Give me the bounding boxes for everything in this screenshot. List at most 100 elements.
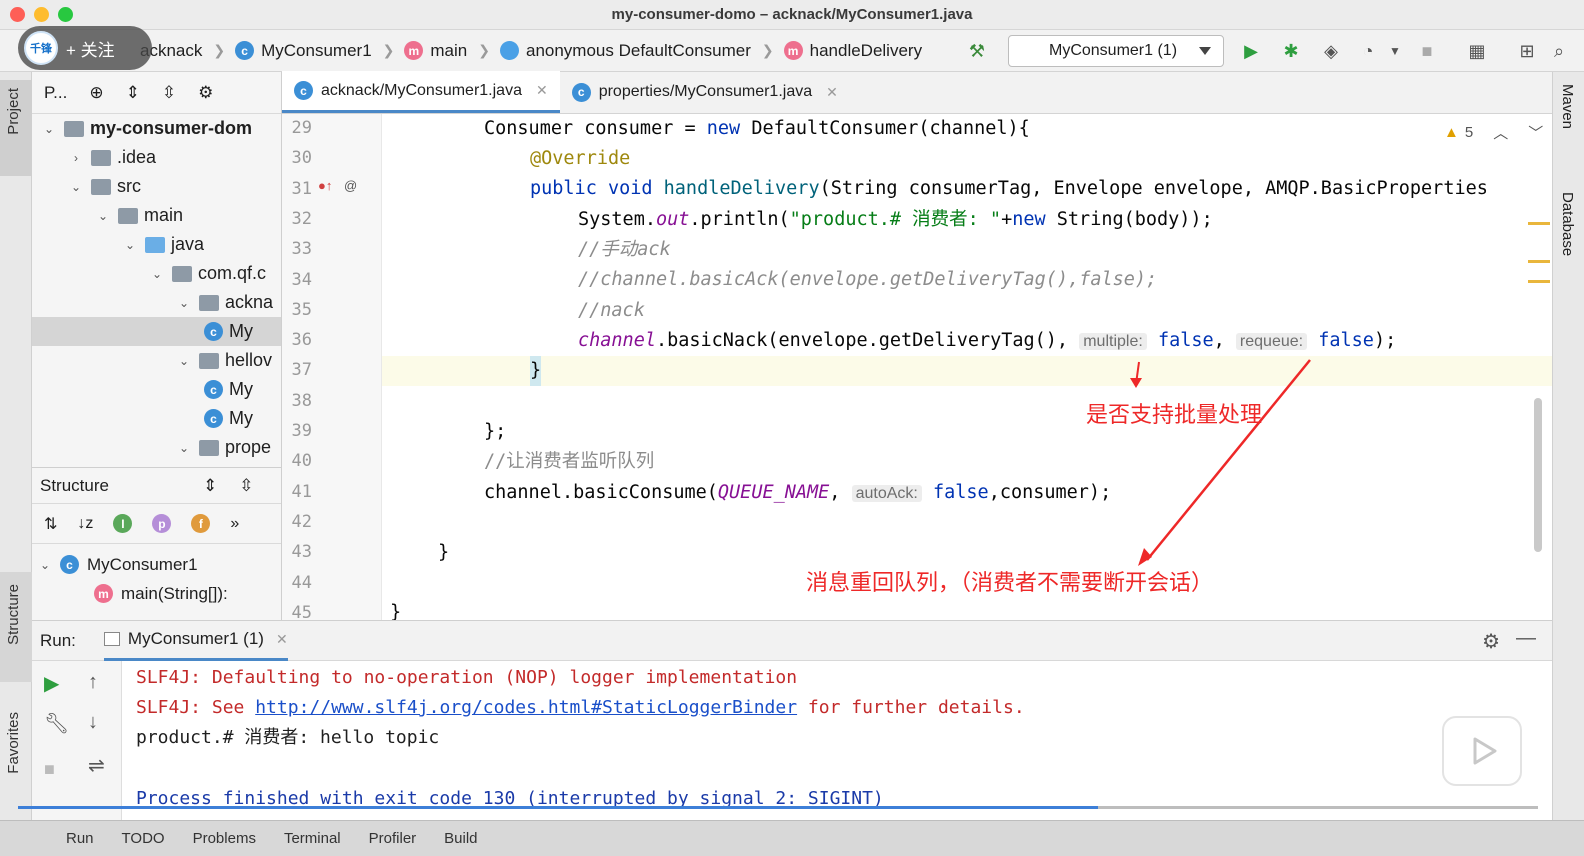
- structure-item-main[interactable]: m main(String[]):: [94, 579, 228, 608]
- build-hammer-icon[interactable]: ⚒: [966, 40, 988, 62]
- chevron-down-icon[interactable]: ⌄: [177, 296, 191, 310]
- git-icon[interactable]: ⊞: [1516, 40, 1538, 62]
- favorites-tool-tab[interactable]: Favorites: [0, 712, 32, 812]
- tree-item[interactable]: c My: [32, 375, 281, 404]
- arrow-down-icon[interactable]: ↓: [88, 711, 98, 734]
- bottom-tab-build[interactable]: Build: [444, 830, 477, 847]
- tree-item[interactable]: ⌄ src: [32, 172, 281, 201]
- collapse-all-icon[interactable]: ⇳: [162, 83, 176, 103]
- tree-item[interactable]: ⌄ ackna: [32, 288, 281, 317]
- console-line: product.# 消费者: hello topic: [136, 727, 440, 748]
- override-marker-icon[interactable]: ●↑: [318, 178, 332, 193]
- breadcrumb-anonymous-class[interactable]: anonymous DefaultConsumer ❯: [499, 41, 778, 61]
- expand-all-icon[interactable]: ⇕: [126, 83, 140, 103]
- tab-properties-myconsumer1[interactable]: c properties/MyConsumer1.java ✕: [560, 71, 850, 113]
- arrow-up-icon[interactable]: ↑: [88, 671, 98, 694]
- annotation-marker-icon[interactable]: @: [344, 178, 357, 193]
- structure-item-class[interactable]: ⌄ c MyConsumer1: [40, 550, 198, 579]
- tree-item[interactable]: ⌄ hellov: [32, 346, 281, 375]
- breadcrumb-method-main[interactable]: m main ❯: [404, 41, 494, 61]
- folder-icon: [145, 236, 165, 253]
- tree-item[interactable]: ⌄ com.qf.c: [32, 259, 281, 288]
- locate-icon[interactable]: ⊕: [89, 83, 103, 103]
- tree-item[interactable]: ⌄ my-consumer-dom: [32, 114, 281, 143]
- stop-icon[interactable]: ■: [44, 759, 55, 780]
- tree-item[interactable]: c My: [32, 404, 281, 433]
- gear-icon[interactable]: ⚙: [198, 83, 213, 103]
- close-window-button[interactable]: [10, 7, 25, 22]
- collapse-all-icon[interactable]: ⇳: [239, 476, 253, 496]
- chevron-up-icon[interactable]: ︿: [1493, 122, 1508, 143]
- gear-icon[interactable]: ⚙: [1482, 629, 1500, 654]
- tree-item[interactable]: c My: [32, 317, 281, 346]
- bottom-tab-todo[interactable]: TODO: [122, 830, 165, 847]
- fields-icon[interactable]: f: [191, 514, 211, 533]
- coverage-icon[interactable]: ◈: [1320, 40, 1342, 62]
- sort-alpha-icon[interactable]: ↓z: [77, 515, 93, 533]
- bottom-tab-run[interactable]: Run: [66, 830, 94, 847]
- more-icon[interactable]: »: [230, 515, 239, 533]
- bottom-tab-problems[interactable]: Problems: [193, 830, 256, 847]
- warning-marker[interactable]: [1528, 260, 1550, 263]
- project-structure-icon[interactable]: ▦: [1466, 40, 1488, 62]
- project-view-select[interactable]: P...: [44, 83, 67, 103]
- tree-item[interactable]: ⌄ java: [32, 230, 281, 259]
- tree-item[interactable]: ⌄ prope: [32, 433, 281, 462]
- maximize-window-button[interactable]: [58, 7, 73, 22]
- close-icon[interactable]: ✕: [826, 84, 838, 101]
- follow-button[interactable]: 千锋 + 关注: [18, 26, 152, 70]
- warning-marker[interactable]: [1528, 222, 1550, 225]
- rerun-icon[interactable]: ▶: [44, 671, 59, 696]
- hide-icon[interactable]: —: [1516, 627, 1536, 650]
- profile-icon[interactable]: ◔: [1357, 40, 1379, 62]
- tab-acknack-myconsumer1[interactable]: c acknack/MyConsumer1.java ✕: [282, 71, 560, 113]
- play-button[interactable]: [1442, 716, 1522, 786]
- breadcrumb-method-handledelivery[interactable]: m handleDelivery: [783, 41, 922, 61]
- chevron-down-icon[interactable]: ⌄: [42, 122, 56, 136]
- editor-scrollbar[interactable]: [1534, 398, 1542, 552]
- code-editor[interactable]: 29 30 31 32 33 34 35 36 37 38 39 40 41 42 43 44 45 ●↑ @ ▲ …: [282, 114, 1552, 620]
- inherited-icon[interactable]: I: [113, 514, 133, 533]
- structure-tool-tab[interactable]: Structure: [0, 572, 32, 682]
- console-line: SLF4J: See http://www.slf4j.org/codes.ht…: [136, 697, 1025, 718]
- run-icon[interactable]: ▶: [1240, 40, 1262, 62]
- run-tab[interactable]: MyConsumer1 (1) ✕: [103, 621, 288, 661]
- maven-tab[interactable]: Maven: [1559, 84, 1576, 129]
- chevron-down-icon[interactable]: ⌄: [150, 267, 164, 281]
- stop-icon[interactable]: ■: [1416, 40, 1438, 62]
- tree-item[interactable]: ⌄ main: [32, 201, 281, 230]
- soft-wrap-icon[interactable]: ⇌: [88, 753, 105, 778]
- breadcrumb-package[interactable]: acknack ❯: [140, 41, 229, 61]
- warning-marker[interactable]: [1528, 280, 1550, 283]
- console-link[interactable]: http://www.slf4j.org/codes.html#StaticLo…: [255, 697, 797, 718]
- inspection-widget[interactable]: ▲ 5 ︿ ﹀: [1444, 122, 1543, 143]
- folder-icon: [118, 207, 138, 224]
- video-progress-bar[interactable]: [18, 806, 1098, 809]
- chevron-down-icon[interactable]: ⌄: [177, 441, 191, 455]
- expand-all-icon[interactable]: ⇕: [203, 476, 217, 496]
- properties-icon[interactable]: p: [152, 514, 172, 533]
- chevron-down-icon[interactable]: ⌄: [123, 238, 137, 252]
- sort-visibility-icon[interactable]: ⇅: [44, 514, 57, 534]
- bottom-tab-profiler[interactable]: Profiler: [369, 830, 417, 847]
- breadcrumb-class[interactable]: c MyConsumer1 ❯: [235, 41, 398, 61]
- run-configuration-select[interactable]: MyConsumer1 (1): [1008, 35, 1224, 67]
- wrench-icon[interactable]: 🔧︎: [44, 711, 69, 736]
- chevron-down-icon[interactable]: ⌄: [177, 354, 191, 368]
- chevron-down-icon[interactable]: ▼: [1384, 40, 1406, 62]
- search-icon[interactable]: ⌕: [1548, 40, 1570, 62]
- follow-label: + 关注: [66, 40, 115, 60]
- minimize-window-button[interactable]: [34, 7, 49, 22]
- database-tab[interactable]: Database: [1559, 192, 1576, 256]
- chevron-down-icon[interactable]: ⌄: [69, 180, 83, 194]
- debug-bug-icon[interactable]: ✱: [1280, 40, 1302, 62]
- chevron-down-icon[interactable]: ﹀: [1528, 122, 1543, 143]
- bottom-tab-terminal[interactable]: Terminal: [284, 830, 341, 847]
- chevron-right-icon[interactable]: ›: [69, 151, 83, 165]
- close-icon[interactable]: ✕: [276, 631, 288, 648]
- tree-item[interactable]: › .idea: [32, 143, 281, 172]
- project-tool-tab[interactable]: Project: [0, 80, 32, 176]
- close-icon[interactable]: ✕: [536, 82, 548, 99]
- chevron-down-icon[interactable]: ⌄: [96, 209, 110, 223]
- line-number: 37: [291, 360, 312, 381]
